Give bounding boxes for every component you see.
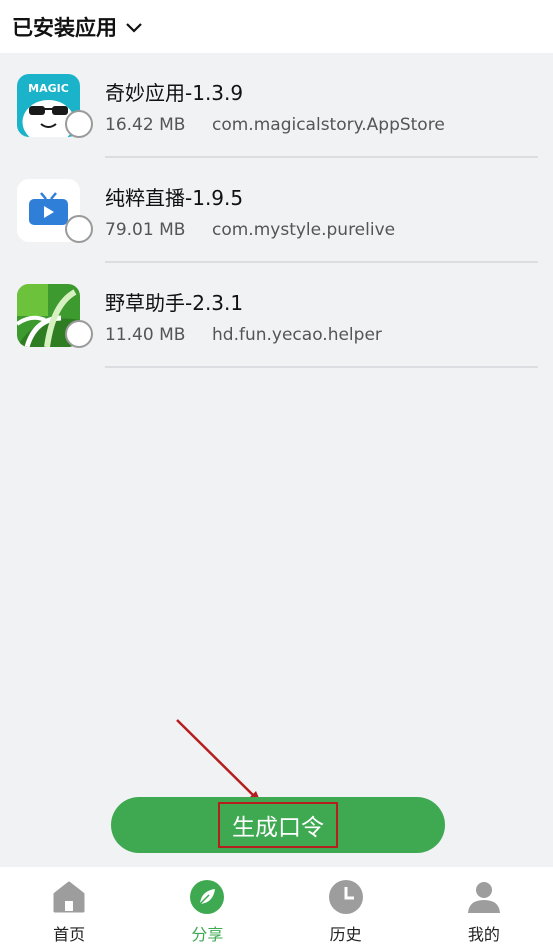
header: 已安装应用 [0,0,553,53]
select-checkbox[interactable] [65,110,93,138]
app-size: 11.40 MB [105,325,186,345]
tab-label: 首页 [53,925,86,944]
tab-home[interactable]: 首页 [0,867,138,951]
user-icon [467,882,500,913]
clock-icon [328,880,363,914]
list-item[interactable]: 纯粹直播-1.9.5 79.01 MB com.mystyle.purelive [0,158,553,263]
app-name: 野草助手-2.3.1 [105,291,244,315]
tab-mine[interactable]: 我的 [415,867,553,951]
leaf-icon [190,880,225,914]
select-checkbox[interactable] [65,215,93,243]
tab-label: 我的 [467,925,500,944]
bottom-tab-bar: 首页 分享 历史 我的 [0,867,553,951]
tab-label: 历史 [329,925,362,944]
chevron-down-icon[interactable] [125,22,143,34]
divider [105,366,538,368]
app-package: hd.fun.yecao.helper [212,325,382,345]
app-icon-text: MAGIC [28,82,69,95]
select-checkbox[interactable] [65,320,93,348]
tab-history[interactable]: 历史 [277,867,415,951]
generate-code-label: 生成口令 [218,802,338,848]
page-title: 已安装应用 [12,15,117,40]
app-size: 16.42 MB [105,115,186,135]
app-package: com.magicalstory.AppStore [212,115,445,135]
app-name: 纯粹直播-1.9.5 [105,186,244,210]
app-size: 79.01 MB [105,220,186,240]
tab-label: 分享 [191,925,224,944]
generate-code-button[interactable]: 生成口令 [111,797,445,853]
app-package: com.mystyle.purelive [212,220,396,240]
home-icon [53,881,85,913]
app-name: 奇妙应用-1.3.9 [105,81,244,105]
tab-share[interactable]: 分享 [138,867,276,951]
app-list: MAGIC 奇妙应用-1.3.9 16.42 MB com.magicalsto… [0,53,553,368]
list-item[interactable]: MAGIC 奇妙应用-1.3.9 16.42 MB com.magicalsto… [0,53,553,158]
list-item[interactable]: 野草助手-2.3.1 11.40 MB hd.fun.yecao.helper [0,263,553,368]
